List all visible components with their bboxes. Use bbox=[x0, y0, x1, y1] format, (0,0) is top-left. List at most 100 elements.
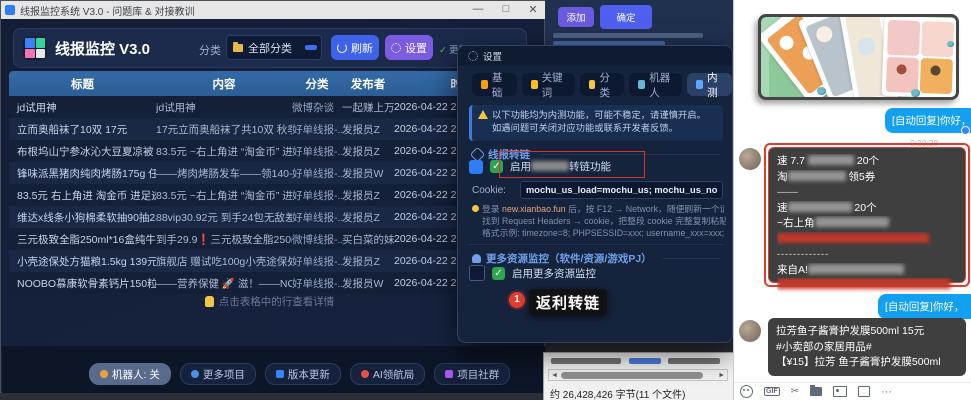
cell-publisher: 发报员Z bbox=[342, 122, 394, 137]
deal-message-bubble[interactable]: 拉芳鱼子酱膏护发膜500ml 15元 #小卖部の家居用品# 【¥15】拉芳 鱼子… bbox=[768, 318, 966, 376]
enable-more-monitor-label: 启用更多资源监控 bbox=[512, 266, 596, 281]
cell-category: 好单线报-... bbox=[292, 144, 342, 159]
community-label: 项目社群 bbox=[457, 367, 499, 382]
checkbox-blue[interactable] bbox=[469, 160, 483, 174]
horizontal-scrollbar[interactable]: ◄ ► bbox=[548, 369, 728, 381]
column-header[interactable]: 发布者 bbox=[342, 76, 394, 92]
tab-basic[interactable]: 基础 bbox=[472, 73, 517, 96]
file-folder-icon[interactable] bbox=[810, 387, 822, 396]
tab-category[interactable]: 分类 bbox=[580, 73, 625, 96]
cell-category: 好单线报-... bbox=[292, 276, 342, 291]
cell-category: 微博线报-... bbox=[292, 232, 342, 247]
cell-publisher: 发报员W bbox=[342, 276, 394, 291]
cell-category: 好单线报-... bbox=[292, 188, 342, 203]
msg-text: 速 bbox=[777, 202, 788, 214]
checkbox-checked-icon[interactable]: ✓ bbox=[492, 267, 505, 280]
tab-keywords[interactable]: 关键词 bbox=[522, 73, 575, 96]
more-projects-button[interactable]: 更多项目 bbox=[180, 363, 256, 385]
app-logo-icon bbox=[23, 36, 47, 60]
redacted-text-bar bbox=[551, 358, 621, 364]
cell-content: 旗舰店 赠试吃100g小壳途保处方猫粮... bbox=[156, 254, 292, 269]
scroll-right-arrow[interactable]: ► bbox=[718, 372, 725, 379]
tab-robot[interactable]: 机器人 bbox=[629, 73, 682, 96]
auto-reply-text: [自动回复]你好，我现 bbox=[885, 299, 965, 314]
globe-icon bbox=[191, 370, 199, 378]
book-icon bbox=[276, 370, 284, 378]
minimize-button[interactable]: — bbox=[467, 3, 489, 15]
back-add-button[interactable]: 添加 bbox=[558, 7, 594, 27]
cell-content: ——烤肉烤肠发车——领140-60补... bbox=[156, 166, 292, 181]
cell-content: 17元立而奥船袜了共10双 秋季恒后石... bbox=[156, 122, 292, 137]
deal-message-bubble[interactable]: 速 7.7 20个 淘 领5券 —— 速 20个 ~右上角 ----------… bbox=[768, 147, 966, 283]
cell-publisher: 发报员W bbox=[342, 166, 394, 181]
column-header[interactable]: 内容 bbox=[156, 76, 292, 92]
droplet bbox=[911, 89, 920, 97]
cell-publisher: 买白菜的妹妹 bbox=[342, 232, 394, 247]
cell-content: jd试用神 bbox=[156, 100, 292, 115]
folder-icon bbox=[233, 44, 243, 52]
checkbox-unchecked[interactable] bbox=[469, 265, 485, 281]
refresh-button[interactable]: 刷新 bbox=[331, 35, 379, 60]
tip-line2: 找到 Request Headers → cookie，把整段 cookie 完… bbox=[482, 215, 726, 227]
ai-nav-button[interactable]: AI领航局 bbox=[350, 363, 425, 385]
cell-title: 三元极致全脂250ml*16盒纯牛奶 29... bbox=[9, 232, 156, 247]
cell-content: 到手29.9❗三元极致全脂250ml*16... bbox=[156, 232, 292, 247]
window-capture-icon[interactable] bbox=[858, 386, 870, 397]
warning-icon bbox=[478, 110, 488, 119]
settings-button-label: 设置 bbox=[405, 40, 427, 56]
image-icon[interactable] bbox=[833, 386, 847, 397]
robot-toggle-button[interactable]: 机器人: 关 bbox=[89, 363, 171, 385]
dialog-titlebar[interactable]: 设置 bbox=[458, 46, 732, 66]
cell-category: 好单线报-... bbox=[292, 210, 342, 225]
close-button[interactable]: ✕ bbox=[522, 3, 544, 16]
more-options-icon[interactable]: ··· bbox=[881, 385, 892, 399]
desktop: 线报监控系统 V3.0 - 问题库 & 对接教训 — □ ✕ 线报监控 V3.0… bbox=[0, 0, 971, 400]
msg-separator: ------------- bbox=[777, 247, 957, 263]
pen-icon bbox=[696, 80, 703, 89]
cookie-input[interactable]: mochu_us_load=mochu_us; mochu_us_notice bbox=[520, 181, 723, 199]
msg-link-line[interactable] bbox=[777, 232, 957, 248]
cell-content: ——营养保健 🚀 滋！——NOOBO ... bbox=[156, 276, 292, 291]
auto-reply-bubble[interactable]: [自动回复]你好，我现 bbox=[885, 108, 971, 133]
tab-keywords-label: 关键词 bbox=[542, 70, 566, 100]
scroll-left-arrow[interactable]: ◄ bbox=[551, 372, 558, 379]
scrollbar-thumb[interactable] bbox=[561, 372, 703, 379]
censored-link bbox=[777, 278, 951, 289]
msg-line: 速 20个 bbox=[777, 201, 957, 217]
selection-dot[interactable] bbox=[961, 126, 970, 135]
msg-link-line[interactable] bbox=[777, 278, 957, 294]
emoji-icon[interactable] bbox=[740, 385, 753, 398]
product-image[interactable] bbox=[758, 14, 959, 100]
msg-text: 淘 bbox=[777, 171, 788, 183]
window-title: 线报监控系统 V3.0 - 问题库 & 对接教训 bbox=[20, 3, 194, 18]
column-header[interactable]: 分类 bbox=[292, 76, 342, 92]
chat-window: [自动回复]你好，我现 0:30:28 速 7.7 20个 淘 领5券 —— 速… bbox=[733, 0, 971, 400]
community-button[interactable]: 项目社群 bbox=[434, 363, 510, 385]
msg-line: 拉芳鱼子酱膏护发膜500ml 15元 bbox=[776, 324, 958, 340]
cell-category: 好单线报-... bbox=[292, 122, 342, 137]
settings-button[interactable]: 设置 bbox=[385, 35, 433, 60]
ai-robot-icon bbox=[361, 370, 369, 378]
tab-beta[interactable]: 内测 bbox=[687, 73, 732, 96]
tip-link: new.xianbao.fun bbox=[502, 204, 566, 214]
enable-more-monitor-row: ✓ 启用更多资源监控 bbox=[469, 265, 596, 281]
avatar[interactable] bbox=[739, 148, 761, 170]
gear-icon bbox=[391, 43, 401, 53]
back-ok-button[interactable]: 确定 bbox=[600, 5, 652, 29]
msg-line: #小卖部の家居用品# bbox=[776, 340, 958, 356]
auto-reply-bubble[interactable]: [自动回复]你好，我现 bbox=[878, 294, 971, 319]
column-header[interactable]: 标题 bbox=[9, 76, 156, 92]
main-titlebar[interactable]: 线报监控系统 V3.0 - 问题库 & 对接教训 bbox=[1, 1, 546, 19]
censored-link bbox=[777, 233, 929, 243]
app-icon bbox=[5, 5, 15, 15]
auto-reply-text: [自动回复]你好，我现 bbox=[892, 113, 965, 128]
gif-icon[interactable]: GIF bbox=[764, 387, 780, 396]
version-update-button[interactable]: 版本更新 bbox=[265, 363, 341, 385]
maximize-button[interactable]: □ bbox=[495, 3, 517, 15]
screenshot-scissors-icon[interactable]: ✂ bbox=[791, 385, 799, 399]
beta-warning-box: 以下功能均为内测功能，可能不稳定，请谨慎开启。 如遇问题可关闭对应功能或联系开发… bbox=[469, 105, 723, 141]
redacted-text-bar bbox=[668, 358, 720, 364]
avatar[interactable] bbox=[739, 320, 761, 342]
sticker-card bbox=[882, 16, 959, 99]
category-select[interactable]: 全部分类 bbox=[226, 35, 322, 60]
